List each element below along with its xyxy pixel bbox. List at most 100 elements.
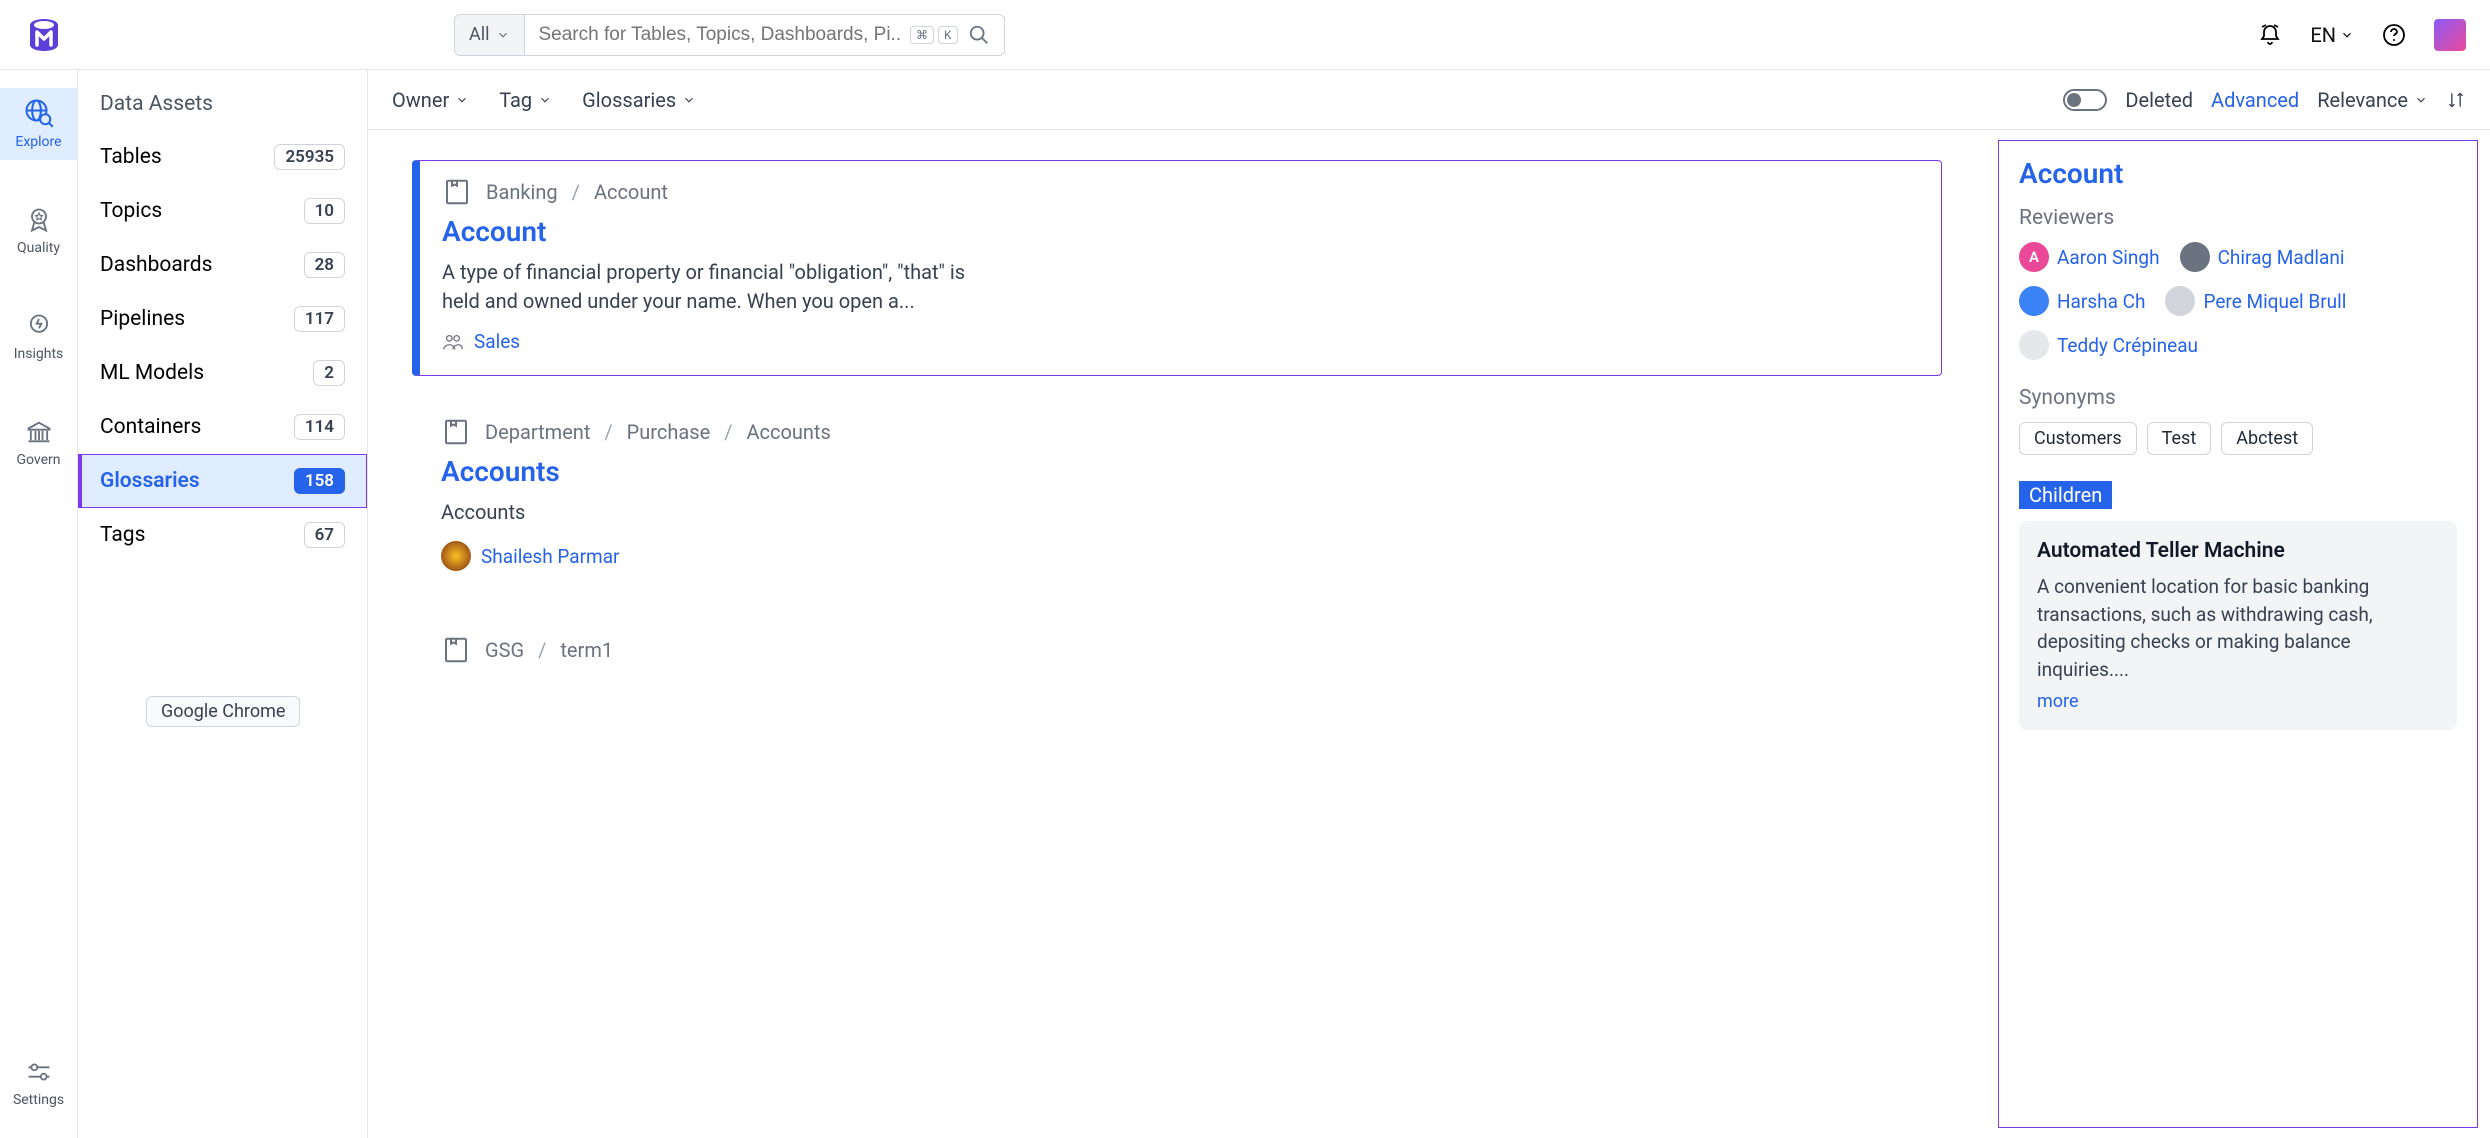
rail-label: Quality: [17, 240, 60, 256]
rail-label: Settings: [13, 1092, 64, 1108]
search-input[interactable]: [539, 24, 900, 46]
app-logo[interactable]: [24, 15, 64, 55]
sidebar-item-tables[interactable]: Tables25935: [78, 130, 367, 184]
owner-name[interactable]: Shailesh Parmar: [481, 545, 619, 568]
sidebar-item-ml-models[interactable]: ML Models 2: [78, 346, 367, 400]
sidebar-item-label: Topics: [100, 199, 162, 223]
more-link[interactable]: more: [2037, 691, 2079, 712]
crumb[interactable]: GSG: [485, 638, 524, 662]
help-icon[interactable]: [2382, 23, 2406, 47]
results-list: Banking/AccountAccountA type of financia…: [368, 130, 1986, 1138]
reviewer-name: Harsha Ch: [2057, 290, 2145, 313]
rail-govern[interactable]: Govern: [0, 408, 77, 478]
bell-icon[interactable]: [2258, 23, 2282, 47]
filter-tag[interactable]: Tag: [499, 88, 552, 112]
advanced-link[interactable]: Advanced: [2211, 88, 2299, 112]
crumb[interactable]: Accounts: [746, 420, 830, 444]
search-icon[interactable]: [968, 24, 990, 46]
sliders-icon: [25, 1058, 53, 1086]
glossary-icon: [441, 635, 471, 665]
filterbar: Owner Tag Glossaries Deleted Advanced Re…: [368, 70, 2490, 130]
glossary-icon: [442, 177, 472, 207]
sidebar: Data Assets Tables25935Topics10Dashboard…: [78, 70, 368, 1138]
topbar: All ⌘ K EN: [0, 0, 2490, 70]
sidebar-item-glossaries[interactable]: Glossaries158: [78, 454, 367, 508]
language-selector[interactable]: EN: [2310, 23, 2354, 47]
sidebar-item-tags[interactable]: Tags67: [78, 508, 367, 562]
reviewer[interactable]: Pere Miquel Brull: [2165, 286, 2346, 316]
chevron-down-icon: [496, 28, 510, 42]
count-badge: 114: [294, 414, 345, 440]
synonym-chip[interactable]: Customers: [2019, 422, 2137, 455]
count-badge: 25935: [274, 144, 345, 170]
owner-row: Shailesh Parmar: [441, 541, 1913, 571]
reviewer-avatar: [2180, 242, 2210, 272]
reviewer[interactable]: Harsha Ch: [2019, 286, 2145, 316]
tag-row: Sales: [442, 330, 1913, 353]
sidebar-item-label: Tags: [100, 523, 145, 547]
rail-explore[interactable]: Explore: [0, 88, 77, 160]
search-scope-dropdown[interactable]: All: [454, 14, 525, 56]
crumb[interactable]: Banking: [486, 180, 558, 204]
result-card[interactable]: Department/Purchase/AccountsAccountsAcco…: [412, 400, 1942, 594]
rail-label: Insights: [14, 346, 64, 362]
breadcrumb: Department/Purchase/Accounts: [441, 417, 1913, 447]
card-desc: A type of financial property or financia…: [442, 258, 982, 316]
chrome-pill: Google Chrome: [146, 696, 300, 727]
deleted-toggle[interactable]: [2063, 89, 2107, 111]
search-box[interactable]: ⌘ K: [525, 14, 1005, 56]
result-card[interactable]: Banking/AccountAccountA type of financia…: [412, 160, 1942, 376]
reviewer-name: Teddy Crépineau: [2057, 334, 2198, 357]
crumb[interactable]: Department: [485, 420, 590, 444]
main-content: Owner Tag Glossaries Deleted Advanced Re…: [368, 70, 2490, 1138]
chevron-down-icon: [682, 93, 696, 107]
rail-settings[interactable]: Settings: [0, 1048, 77, 1118]
kbd-k: K: [938, 26, 958, 44]
reviewer-name: Pere Miquel Brull: [2203, 290, 2346, 313]
sort-relevance[interactable]: Relevance: [2317, 88, 2428, 112]
child-title: Automated Teller Machine: [2037, 539, 2439, 563]
sidebar-item-pipelines[interactable]: Pipelines117: [78, 292, 367, 346]
filter-owner[interactable]: Owner: [392, 88, 469, 112]
reviewer[interactable]: Chirag Madlani: [2180, 242, 2345, 272]
synonym-chip[interactable]: Test: [2147, 422, 2212, 455]
reviewer-name: Aaron Singh: [2057, 246, 2160, 269]
count-badge: 117: [294, 306, 345, 332]
synonyms-label: Synonyms: [2019, 386, 2457, 410]
reviewer-avatar: A: [2019, 242, 2049, 272]
rail-quality[interactable]: Quality: [0, 196, 77, 266]
sidebar-item-label: Glossaries: [100, 469, 200, 493]
reviewer[interactable]: A Aaron Singh: [2019, 242, 2160, 272]
details-title[interactable]: Account: [2019, 157, 2457, 190]
reviewer-name: Chirag Madlani: [2218, 246, 2345, 269]
card-title[interactable]: Account: [442, 215, 1913, 248]
details-panel: Account Reviewers AAaron SinghChirag Mad…: [1998, 140, 2478, 1128]
sidebar-item-topics[interactable]: Topics10: [78, 184, 367, 238]
kbd-hint: ⌘ K: [910, 26, 958, 44]
crumb[interactable]: term1: [560, 638, 613, 662]
reviewer-avatar: [2019, 330, 2049, 360]
child-card[interactable]: Automated Teller Machine A convenient lo…: [2019, 521, 2457, 730]
rail-insights[interactable]: Insights: [0, 302, 77, 372]
sidebar-item-label: ML Models: [100, 361, 204, 385]
sidebar-item-containers[interactable]: Containers 114: [78, 400, 367, 454]
filter-glossaries[interactable]: Glossaries: [582, 88, 696, 112]
sort-az-icon[interactable]: [2446, 90, 2466, 110]
user-avatar[interactable]: [2434, 19, 2466, 51]
reviewer[interactable]: Teddy Crépineau: [2019, 330, 2198, 360]
count-badge: 2: [313, 360, 345, 386]
card-title[interactable]: Accounts: [441, 455, 1913, 488]
breadcrumb: Banking/Account: [442, 177, 1913, 207]
sidebar-item-label: Containers: [100, 415, 201, 439]
crumb[interactable]: Account: [594, 180, 668, 204]
ribbon-icon: [25, 206, 53, 234]
children-badge: Children: [2019, 481, 2112, 509]
child-desc: A convenient location for basic banking …: [2037, 573, 2439, 683]
sidebar-item-dashboards[interactable]: Dashboards28: [78, 238, 367, 292]
synonym-chip[interactable]: Abctest: [2221, 422, 2313, 455]
tag-link[interactable]: Sales: [474, 330, 520, 353]
chevron-down-icon: [2340, 28, 2354, 42]
card-desc: Accounts: [441, 498, 981, 527]
crumb[interactable]: Purchase: [627, 420, 711, 444]
result-card[interactable]: GSG/term1: [412, 618, 1942, 696]
